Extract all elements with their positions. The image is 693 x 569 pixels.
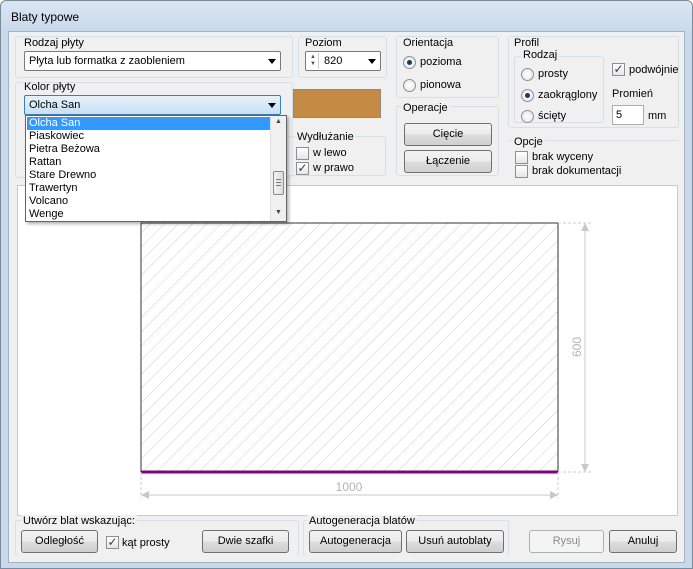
profile-chamfered-radio[interactable] bbox=[521, 110, 534, 123]
title-bar: Blaty typowe bbox=[1, 1, 692, 31]
level-label: Poziom bbox=[305, 37, 342, 49]
right-angle-label: kąt prosty bbox=[122, 537, 170, 549]
profile-double-label: podwójnie bbox=[629, 64, 679, 76]
dim-arrow-left-icon bbox=[141, 491, 149, 499]
two-cabinets-button[interactable]: Dwie szafki bbox=[202, 530, 289, 553]
chevron-down-icon bbox=[368, 59, 376, 64]
level-spinner[interactable]: ▲ ▼ bbox=[307, 53, 319, 69]
level-value: 820 bbox=[324, 55, 343, 67]
color-option[interactable]: Stare Drewno bbox=[27, 169, 271, 182]
extend-right-checkbox[interactable]: ✓ bbox=[296, 162, 309, 175]
countertop-rect[interactable] bbox=[140, 222, 559, 473]
window-title: Blaty typowe bbox=[11, 10, 80, 24]
profile-label: Profil bbox=[512, 37, 542, 49]
dialog-window: Blaty typowe Rodzaj płyty Płyta lub form… bbox=[0, 0, 693, 569]
autogen-button[interactable]: Autogeneracja bbox=[309, 530, 402, 553]
extend-left-label: w lewo bbox=[313, 147, 347, 159]
profile-straight-label: prosty bbox=[538, 68, 568, 80]
dropdown-scrollbar[interactable]: ▲ ▼ bbox=[270, 116, 286, 221]
scroll-up-icon[interactable]: ▲ bbox=[275, 118, 282, 125]
spin-up-icon[interactable]: ▲ bbox=[310, 54, 316, 60]
no-docs-label: brak dokumentacji bbox=[532, 165, 622, 177]
profile-straight-radio[interactable] bbox=[521, 68, 534, 81]
create-by-label: Utwórz blat wskazując: bbox=[21, 515, 137, 527]
profile-radius-input[interactable]: 5 bbox=[612, 105, 644, 125]
profile-kind-label: Rodzaj bbox=[521, 49, 560, 61]
plate-type-value: Płyta lub formatka z zaobleniem bbox=[29, 55, 185, 67]
color-option[interactable]: Olcha San bbox=[27, 117, 271, 130]
plate-type-label: Rodzaj płyty bbox=[24, 37, 84, 49]
color-value: Olcha San bbox=[29, 99, 81, 111]
orientation-label: Orientacja bbox=[401, 37, 456, 49]
cut-button[interactable]: Cięcie bbox=[404, 123, 492, 146]
countertop-drawing: 600 1000 bbox=[140, 222, 593, 499]
spin-down-icon[interactable]: ▼ bbox=[310, 61, 316, 67]
remove-autotops-button[interactable]: Usuń autoblaty bbox=[406, 530, 504, 553]
dim-arrow-right-icon bbox=[550, 491, 558, 499]
color-dropdown-list[interactable]: Olcha San Piaskowiec Pietra Beżowa Rattan St… bbox=[25, 115, 287, 222]
profile-chamfered-label: ścięty bbox=[538, 110, 567, 122]
right-angle-checkbox[interactable]: ✓ bbox=[106, 536, 119, 549]
dim-arrow-down-icon bbox=[581, 464, 589, 472]
dialog-client-area: Rodzaj płyty Płyta lub formatka z zaoble… bbox=[8, 31, 685, 563]
cancel-button[interactable]: Anuluj bbox=[609, 530, 677, 553]
level-combo[interactable]: ▲ ▼ 820 bbox=[305, 51, 381, 71]
no-docs-checkbox[interactable] bbox=[515, 165, 528, 178]
dim-arrow-up-icon bbox=[581, 223, 589, 231]
profile-double-checkbox[interactable]: ✓ bbox=[612, 63, 625, 76]
color-swatch bbox=[293, 89, 381, 118]
join-button[interactable]: Łączenie bbox=[404, 150, 492, 173]
profile-rounded-radio[interactable] bbox=[521, 89, 534, 102]
options-label: Opcje bbox=[512, 136, 545, 148]
dim-width-text: 1000 bbox=[336, 480, 363, 494]
color-option[interactable]: Trawertyn bbox=[27, 182, 271, 195]
chevron-down-icon bbox=[268, 59, 276, 64]
profile-radius-label: Promień bbox=[612, 88, 653, 100]
profile-rounded-label: zaokrąglony bbox=[538, 89, 598, 101]
dim-height-text: 600 bbox=[570, 337, 584, 357]
orientation-horizontal-radio[interactable] bbox=[403, 56, 416, 69]
color-label: Kolor płyty bbox=[24, 81, 76, 93]
autogen-label: Autogeneracja blatów bbox=[307, 515, 417, 527]
distance-button[interactable]: Odległość bbox=[21, 530, 98, 553]
profile-radius-unit: mm bbox=[648, 110, 667, 122]
orientation-horizontal-label: pozioma bbox=[420, 56, 462, 68]
draw-button[interactable]: Rysuj bbox=[529, 530, 604, 553]
extend-right-label: w prawo bbox=[313, 162, 354, 174]
extend-left-checkbox[interactable] bbox=[296, 147, 309, 160]
color-combo[interactable]: Olcha San bbox=[24, 95, 281, 115]
drawing-canvas[interactable]: 600 1000 bbox=[17, 185, 678, 516]
operations-label: Operacje bbox=[401, 102, 450, 114]
color-option[interactable]: Piaskowiec bbox=[27, 130, 271, 143]
chevron-down-icon bbox=[268, 103, 276, 108]
scroll-down-icon[interactable]: ▼ bbox=[275, 209, 282, 216]
color-option[interactable]: Wenge bbox=[27, 208, 271, 221]
color-option[interactable]: Pietra Beżowa bbox=[27, 143, 271, 156]
orientation-vertical-label: pionowa bbox=[420, 79, 461, 91]
color-option[interactable]: Volcano bbox=[27, 195, 271, 208]
color-option[interactable]: Rattan bbox=[27, 156, 271, 169]
no-pricing-label: brak wyceny bbox=[532, 151, 594, 163]
orientation-vertical-radio[interactable] bbox=[403, 79, 416, 92]
no-pricing-checkbox[interactable] bbox=[515, 151, 528, 164]
plate-type-combo[interactable]: Płyta lub formatka z zaobleniem bbox=[24, 51, 281, 71]
scroll-thumb[interactable] bbox=[273, 171, 284, 195]
extension-label: Wydłużanie bbox=[295, 131, 356, 143]
